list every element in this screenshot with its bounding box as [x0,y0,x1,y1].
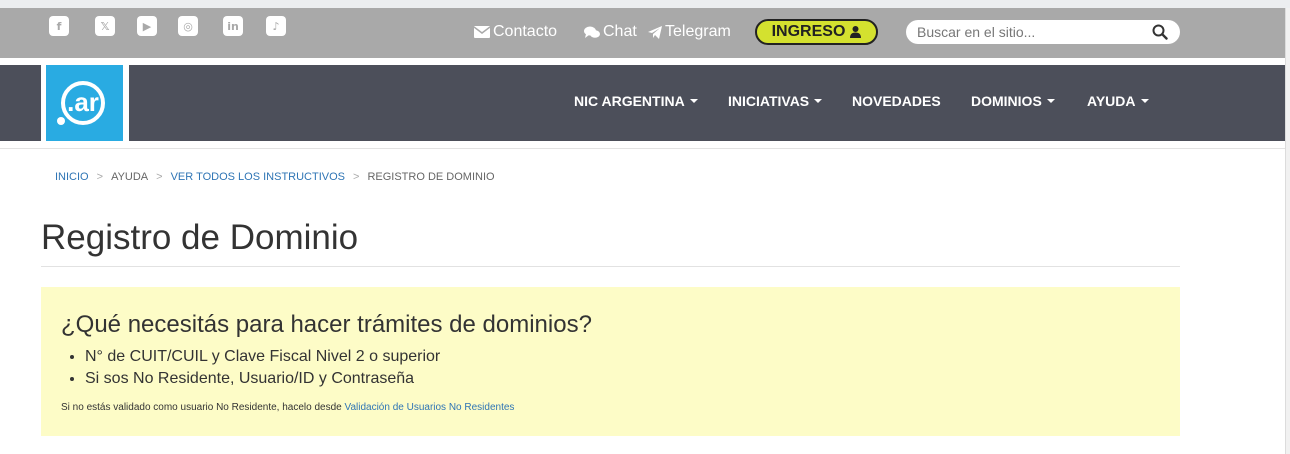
list-item: Si sos No Residente, Usuario/ID y Contra… [85,368,440,390]
telegram-label: Telegram [665,23,731,40]
youtube-icon[interactable]: ▶ [137,16,157,36]
search-icon[interactable] [1152,24,1168,40]
notice-footnote: Si no estás validado como usuario No Res… [61,402,514,414]
nav-novedades[interactable]: NOVEDADES [852,93,941,109]
page-title: Registro de Dominio [41,218,359,257]
breadcrumb-instructivos[interactable]: VER TODOS LOS INSTRUCTIVOS [171,171,345,183]
user-icon [850,26,862,38]
facebook-icon[interactable]: f [49,16,69,36]
telegram-link[interactable]: Telegram [648,22,731,42]
contacto-link[interactable]: Contacto [474,22,557,42]
instagram-icon[interactable]: ◎ [178,16,198,36]
chat-bubbles-icon [584,26,600,38]
breadcrumb-separator: > [156,171,163,183]
footnote-text: Si no estás validado como usuario No Res… [61,402,342,413]
contacto-label: Contacto [493,23,558,40]
validacion-no-residentes-link[interactable]: Validación de Usuarios No Residentes [345,402,515,413]
caret-down-icon [814,99,823,103]
caret-down-icon [1046,99,1055,103]
title-underline [41,266,1180,267]
nav-label: NOVEDADES [852,93,941,109]
nav-label: DOMINIOS [971,93,1042,109]
caret-down-icon [1140,99,1149,103]
breadcrumb-inicio[interactable]: INICIO [55,171,89,183]
envelope-icon [474,26,490,38]
notice-heading: ¿Qué necesitás para hacer trámites de do… [61,311,592,338]
page-scrollbar[interactable] [1285,8,1290,454]
nav-ayuda[interactable]: AYUDA [1087,93,1149,109]
nav-dominios[interactable]: DOMINIOS [971,93,1055,109]
nav-label: NIC ARGENTINA [574,93,685,109]
browser-top-edge [0,0,1290,8]
breadcrumb: INICIO > AYUDA > VER TODOS LOS INSTRUCTI… [55,171,495,183]
caret-down-icon [689,99,698,103]
breadcrumb-current: REGISTRO DE DOMINIO [367,171,495,183]
search-box [906,20,1180,44]
nav-label: INICIATIVAS [728,93,810,109]
tiktok-icon[interactable]: ♪ [266,16,286,36]
nav-label: AYUDA [1087,93,1136,109]
telegram-plane-icon [648,25,662,39]
linkedin-icon[interactable]: in [223,16,243,36]
breadcrumb-separator: > [353,171,360,183]
chat-link[interactable]: Chat [584,22,637,42]
ingreso-label: INGRESO [771,23,846,40]
breadcrumb-ayuda: AYUDA [111,171,149,183]
nav-nic-argentina[interactable]: NIC ARGENTINA [574,93,698,109]
x-twitter-icon[interactable]: 𝕏 [95,16,115,36]
logo-text: .ar [67,87,99,117]
list-item: N° de CUIT/CUIL y Clave Fiscal Nivel 2 o… [85,346,440,368]
requirements-notice: ¿Qué necesitás para hacer trámites de do… [41,287,1180,436]
breadcrumb-separator: > [96,171,104,183]
header-divider [0,148,1285,149]
nav-iniciativas[interactable]: INICIATIVAS [728,93,823,109]
search-input[interactable] [917,23,1137,41]
chat-label: Chat [603,23,637,40]
site-logo[interactable]: .ar [41,65,129,141]
logo-badge: .ar [46,65,123,141]
dot-ar-logo-icon: .ar [56,81,105,125]
ingreso-button[interactable]: INGRESO [755,19,878,45]
requirements-list: N° de CUIT/CUIL y Clave Fiscal Nivel 2 o… [85,346,440,390]
